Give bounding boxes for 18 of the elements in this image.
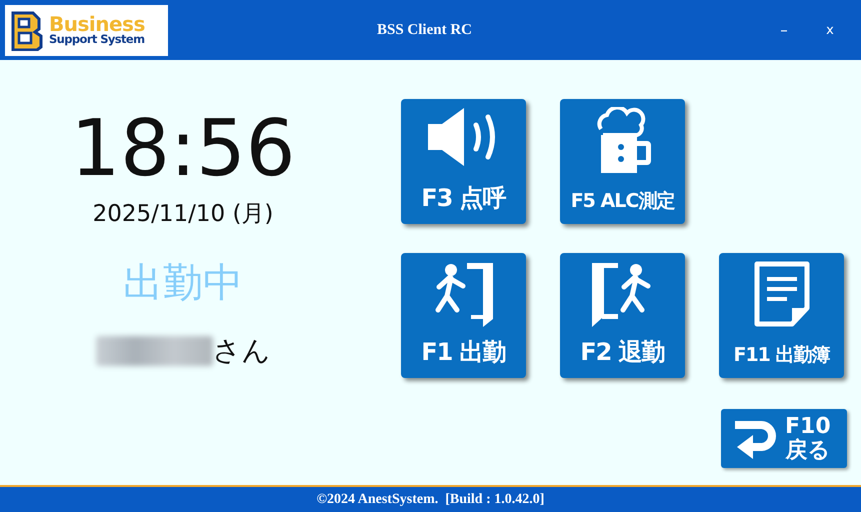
function-tile-button[interactable]: F1 出勤	[401, 253, 526, 378]
clock-date: 2025/11/10 (月)	[92, 200, 274, 229]
copyright-text: ©2024 AnestSystem. [Build : 1.0.42.0]	[316, 492, 544, 508]
document-icon	[754, 261, 810, 327]
function-tile-button[interactable]: F11 出勤簿	[719, 253, 844, 378]
name-suffix: さん	[212, 333, 270, 369]
logo-icon	[9, 9, 45, 51]
back-button[interactable]: F10 戻る	[721, 409, 847, 468]
close-button[interactable]: x	[807, 15, 853, 45]
return-arrow-icon	[733, 418, 777, 458]
minimize-button[interactable]: –	[761, 15, 807, 45]
attendance-status: 出勤中	[123, 259, 243, 308]
function-tile-button[interactable]: F5 ALC測定	[560, 99, 685, 224]
function-tile-button[interactable]: F3 点呼	[401, 99, 526, 224]
logo-text: Support System	[49, 34, 145, 46]
function-tile-button[interactable]: F2 退勤	[560, 253, 685, 378]
clock-time: 18:56	[70, 104, 296, 194]
logo-text: Business	[49, 14, 145, 34]
